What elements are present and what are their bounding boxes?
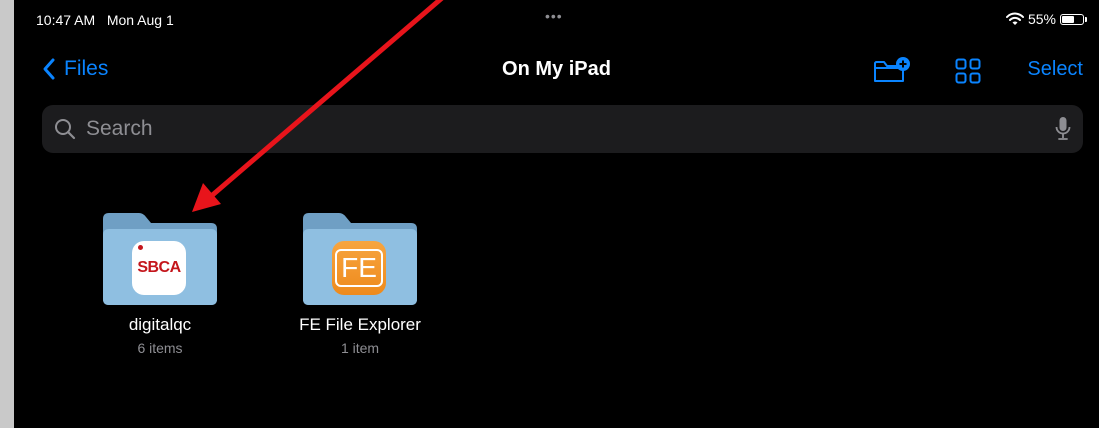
wifi-icon [1005,12,1024,25]
page-title: On My iPad [502,58,611,80]
view-toggle-button[interactable] [955,58,981,89]
folder-item-digitalqc[interactable]: SBCA digitalqc 6 items [80,213,240,356]
folder-name: digitalqc [128,315,192,334]
grid-view-icon [955,58,981,84]
folder-name: FE File Explorer [299,315,421,334]
multitasking-dots[interactable]: ••• [545,8,563,24]
new-folder-icon [874,57,910,82]
fe-app-badge: FE [332,241,386,295]
back-button-label: Files [64,57,109,80]
status-indicators: 55% [1005,11,1087,27]
chevron-left-icon [43,58,55,80]
folder-icon: SBCA [103,213,217,305]
status-clock: 10:47 AM [36,12,96,28]
ipad-screen: 10:47 AM Mon Aug 1 ••• 55% Files On My i… [14,0,1099,428]
microphone-icon[interactable] [1055,116,1071,142]
sbca-logo-mark [138,245,143,250]
sbca-badge-text: SBCA [137,259,181,276]
folder-icon: FE [303,213,417,305]
battery-fill [1062,15,1075,23]
folder-item-count: 6 items [137,340,183,356]
new-folder-button[interactable] [872,55,912,90]
select-button[interactable]: Select [1027,58,1083,81]
magnifier-icon [55,119,76,140]
battery-icon [1060,13,1084,25]
status-date: Mon Aug 1 [106,12,174,28]
folder-item-fe-file-explorer[interactable]: FE FE File Explorer 1 item [280,213,440,356]
sbca-app-badge: SBCA [132,241,186,295]
battery-cap [1085,16,1087,22]
status-time: 10:47 AM Mon Aug 1 [36,12,174,28]
back-button[interactable]: Files [42,57,108,81]
battery-percentage: 55% [1027,11,1056,27]
fe-badge-text: FE [335,249,383,287]
folder-item-count: 1 item [340,340,380,356]
search-field[interactable] [42,105,1083,153]
search-input[interactable] [84,116,1055,142]
